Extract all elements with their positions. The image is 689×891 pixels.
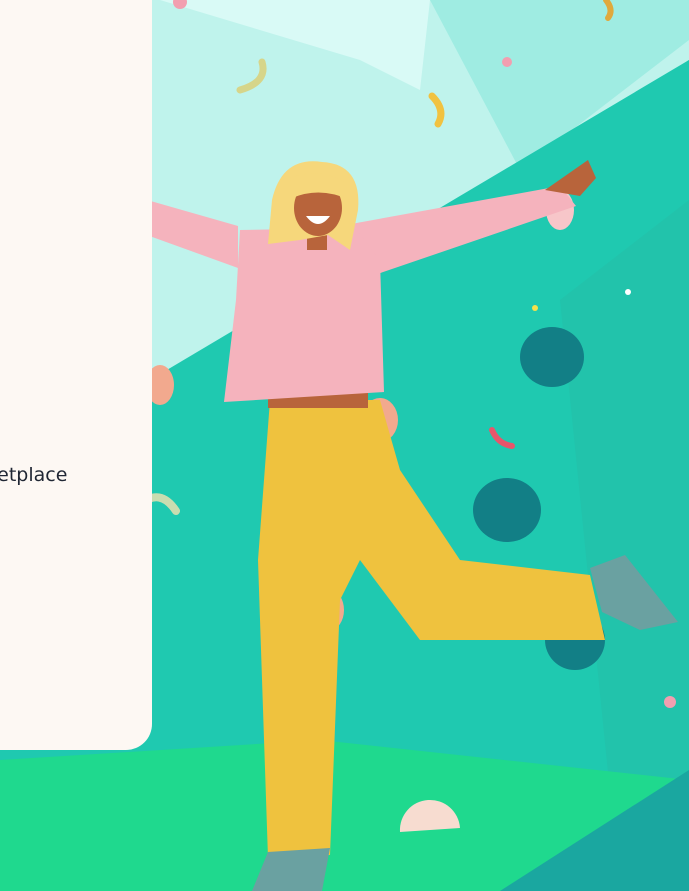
card-text-line-2: rketplace bbox=[0, 464, 68, 486]
dark-dot bbox=[473, 478, 541, 542]
info-card: o rketplace bbox=[0, 0, 152, 750]
shirt bbox=[224, 228, 384, 402]
dark-dot bbox=[520, 327, 584, 387]
